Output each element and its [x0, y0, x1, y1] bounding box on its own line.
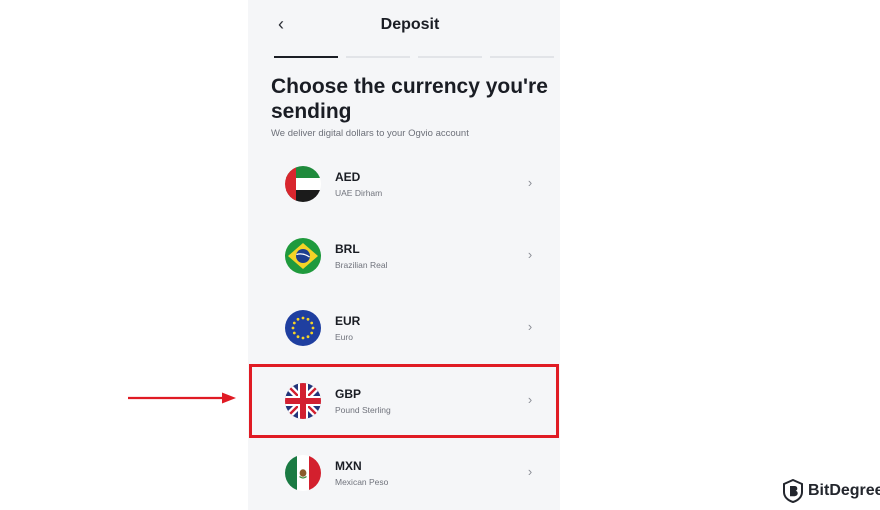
step-progress [274, 56, 554, 58]
step-indicator-3 [418, 56, 482, 58]
currency-item-brl[interactable]: BRL Brazilian Real › [270, 228, 550, 284]
pointer-arrow-icon [128, 392, 236, 404]
currency-code: BRL [335, 242, 360, 256]
eu-flag-icon [285, 310, 321, 346]
brazil-flag-icon [285, 238, 321, 274]
chevron-left-icon: ‹ [278, 13, 284, 34]
gbp-highlight-box [249, 364, 559, 438]
chevron-right-icon: › [527, 247, 533, 262]
currency-code: MXN [335, 459, 362, 473]
back-button[interactable]: ‹ [270, 12, 292, 36]
section-heading: Choose the currency you're sending [271, 75, 548, 123]
currency-code: EUR [335, 314, 361, 328]
chevron-right-icon: › [527, 175, 533, 190]
currency-item-eur[interactable]: EUR Euro › [270, 300, 550, 356]
section-subtext: We deliver digital dollars to your Ogvio… [271, 128, 469, 139]
watermark-text: BitDegree [808, 482, 880, 499]
currency-name: Brazilian Real [335, 260, 388, 270]
currency-name: Euro [335, 332, 353, 342]
mexico-flag-icon [285, 455, 321, 491]
step-indicator-2 [346, 56, 410, 58]
chevron-right-icon: › [527, 464, 533, 479]
step-indicator-1 [274, 56, 338, 58]
currency-name: Mexican Peso [335, 477, 389, 487]
currency-name: UAE Dirham [335, 188, 383, 198]
bitdegree-logo-icon [783, 479, 803, 503]
bitdegree-watermark: BitDegree [782, 478, 880, 504]
currency-code: AED [335, 170, 361, 184]
chevron-right-icon: › [527, 319, 533, 334]
uae-flag-icon [285, 166, 321, 202]
currency-item-aed[interactable]: AED UAE Dirham › [270, 156, 550, 212]
page-title: Deposit [380, 16, 440, 33]
step-indicator-4 [490, 56, 554, 58]
currency-item-mxn[interactable]: MXN Mexican Peso › [270, 445, 550, 501]
